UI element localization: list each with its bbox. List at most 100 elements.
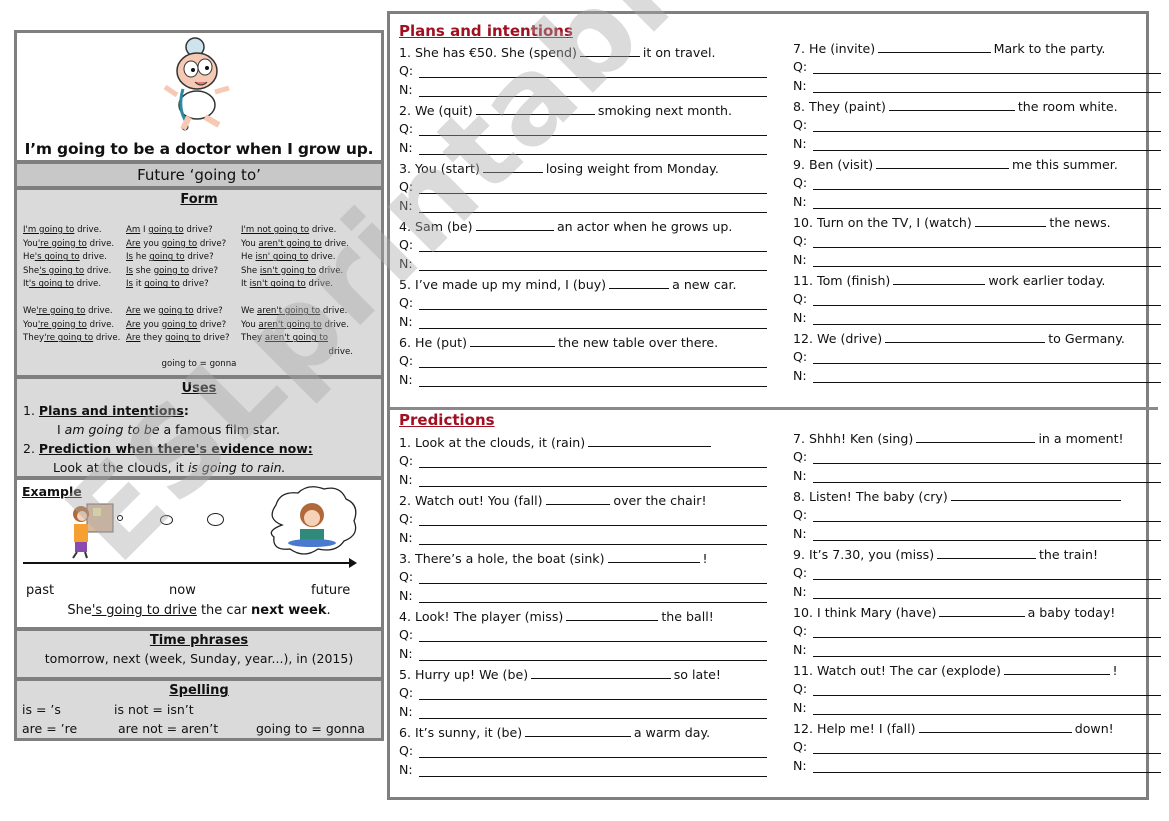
question-line[interactable]: Q: (399, 511, 769, 528)
negative-line[interactable]: N: (793, 368, 1163, 385)
negative-line[interactable]: N: (793, 78, 1163, 95)
answer-blank[interactable] (893, 272, 986, 285)
answer-blank[interactable] (469, 334, 556, 347)
question-answer-line[interactable] (419, 135, 767, 136)
answer-blank[interactable] (937, 546, 1036, 559)
negative-answer-line[interactable] (419, 386, 767, 387)
answer-blank[interactable] (918, 720, 1072, 733)
question-answer-line[interactable] (813, 189, 1161, 190)
negative-answer-line[interactable] (813, 92, 1161, 93)
question-line[interactable]: Q: (793, 59, 1163, 76)
question-line[interactable]: Q: (399, 627, 769, 644)
answer-blank[interactable] (878, 40, 991, 53)
question-line[interactable]: Q: (793, 623, 1163, 640)
negative-line[interactable]: N: (793, 758, 1163, 775)
question-answer-line[interactable] (419, 367, 767, 368)
question-line[interactable]: Q: (793, 565, 1163, 582)
answer-blank[interactable] (566, 608, 659, 621)
answer-blank[interactable] (1003, 662, 1110, 675)
answer-blank[interactable] (885, 330, 1046, 343)
negative-line[interactable]: N: (399, 314, 769, 331)
question-line[interactable]: Q: (399, 353, 769, 370)
negative-line[interactable]: N: (399, 646, 769, 663)
question-answer-line[interactable] (419, 583, 767, 584)
question-line[interactable]: Q: (793, 291, 1163, 308)
question-line[interactable]: Q: (399, 453, 769, 470)
question-line[interactable]: Q: (793, 507, 1163, 524)
negative-line[interactable]: N: (793, 252, 1163, 269)
question-line[interactable]: Q: (399, 685, 769, 702)
negative-line[interactable]: N: (399, 198, 769, 215)
negative-answer-line[interactable] (813, 382, 1161, 383)
question-line[interactable]: Q: (793, 449, 1163, 466)
negative-answer-line[interactable] (813, 772, 1161, 773)
negative-line[interactable]: N: (399, 256, 769, 273)
question-answer-line[interactable] (813, 753, 1161, 754)
negative-answer-line[interactable] (419, 486, 767, 487)
question-answer-line[interactable] (419, 193, 767, 194)
negative-answer-line[interactable] (419, 544, 767, 545)
question-line[interactable]: Q: (793, 175, 1163, 192)
question-line[interactable]: Q: (399, 63, 769, 80)
question-answer-line[interactable] (813, 131, 1161, 132)
negative-line[interactable]: N: (793, 468, 1163, 485)
answer-blank[interactable] (888, 98, 1015, 111)
negative-answer-line[interactable] (813, 150, 1161, 151)
question-line[interactable]: Q: (399, 569, 769, 586)
question-answer-line[interactable] (419, 757, 767, 758)
question-answer-line[interactable] (419, 309, 767, 310)
negative-line[interactable]: N: (793, 526, 1163, 543)
answer-blank[interactable] (588, 434, 711, 447)
question-answer-line[interactable] (813, 305, 1161, 306)
question-line[interactable]: Q: (399, 237, 769, 254)
negative-line[interactable]: N: (793, 136, 1163, 153)
question-answer-line[interactable] (813, 521, 1161, 522)
question-answer-line[interactable] (419, 251, 767, 252)
negative-line[interactable]: N: (793, 642, 1163, 659)
question-answer-line[interactable] (419, 699, 767, 700)
answer-blank[interactable] (609, 276, 670, 289)
answer-blank[interactable] (939, 604, 1025, 617)
question-answer-line[interactable] (813, 247, 1161, 248)
negative-line[interactable]: N: (399, 372, 769, 389)
question-line[interactable]: Q: (793, 681, 1163, 698)
negative-line[interactable]: N: (399, 588, 769, 605)
negative-line[interactable]: N: (793, 700, 1163, 717)
question-answer-line[interactable] (419, 641, 767, 642)
negative-answer-line[interactable] (813, 324, 1161, 325)
question-answer-line[interactable] (813, 363, 1161, 364)
negative-line[interactable]: N: (793, 584, 1163, 601)
question-line[interactable]: Q: (793, 233, 1163, 250)
negative-answer-line[interactable] (813, 208, 1161, 209)
negative-answer-line[interactable] (419, 660, 767, 661)
negative-answer-line[interactable] (419, 328, 767, 329)
answer-blank[interactable] (876, 156, 1009, 169)
question-answer-line[interactable] (419, 525, 767, 526)
negative-line[interactable]: N: (399, 704, 769, 721)
negative-line[interactable]: N: (399, 472, 769, 489)
negative-answer-line[interactable] (419, 96, 767, 97)
question-answer-line[interactable] (813, 579, 1161, 580)
answer-blank[interactable] (475, 102, 595, 115)
answer-blank[interactable] (950, 488, 1121, 501)
answer-blank[interactable] (916, 430, 1036, 443)
negative-answer-line[interactable] (419, 270, 767, 271)
question-answer-line[interactable] (813, 463, 1161, 464)
question-line[interactable]: Q: (793, 739, 1163, 756)
negative-answer-line[interactable] (419, 154, 767, 155)
question-line[interactable]: Q: (793, 117, 1163, 134)
question-answer-line[interactable] (813, 695, 1161, 696)
answer-blank[interactable] (974, 214, 1047, 227)
negative-line[interactable]: N: (399, 140, 769, 157)
answer-blank[interactable] (482, 160, 543, 173)
negative-answer-line[interactable] (419, 718, 767, 719)
question-line[interactable]: Q: (399, 121, 769, 138)
answer-blank[interactable] (525, 724, 631, 737)
question-line[interactable]: Q: (399, 179, 769, 196)
negative-answer-line[interactable] (419, 776, 767, 777)
negative-answer-line[interactable] (419, 602, 767, 603)
question-answer-line[interactable] (419, 467, 767, 468)
negative-line[interactable]: N: (793, 194, 1163, 211)
negative-line[interactable]: N: (793, 310, 1163, 327)
negative-line[interactable]: N: (399, 762, 769, 779)
